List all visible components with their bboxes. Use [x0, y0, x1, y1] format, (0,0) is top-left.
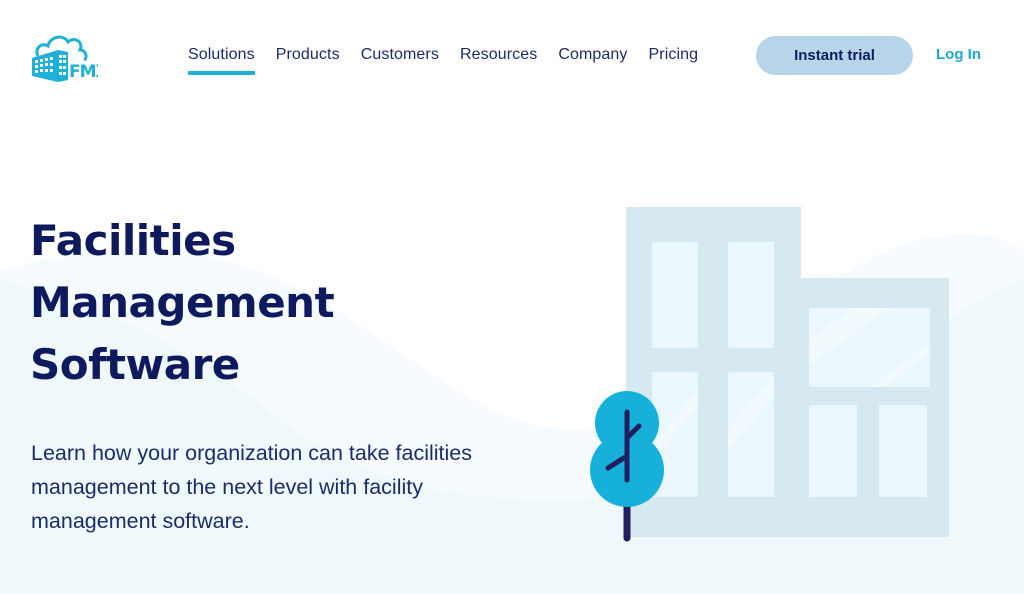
fmx-logo[interactable]: FMX	[28, 30, 110, 82]
instant-trial-button[interactable]: Instant trial	[756, 36, 913, 75]
nav-customers[interactable]: Customers	[361, 44, 439, 66]
nav-solutions[interactable]: Solutions	[188, 44, 255, 75]
hero-title: Facilities Management Software	[30, 210, 450, 396]
hero-description: Learn how your organization can take fac…	[31, 441, 473, 533]
login-link[interactable]: Log In	[936, 45, 981, 65]
nav-company[interactable]: Company	[558, 44, 627, 66]
svg-text:FMX: FMX	[69, 62, 98, 82]
main-nav: Solutions Products Customers Resources C…	[188, 44, 719, 75]
site-header: FMX Solutions Products Customers Resourc…	[0, 0, 1024, 110]
logo-icon: FMX	[32, 35, 110, 82]
building-illustration	[590, 207, 949, 542]
hero-title-line: Software	[30, 340, 240, 389]
hero-title-line: Management	[30, 278, 335, 327]
nav-products[interactable]: Products	[276, 44, 340, 66]
nav-resources[interactable]: Resources	[460, 44, 537, 66]
nav-pricing[interactable]: Pricing	[649, 44, 699, 66]
hero-title-line: Facilities	[30, 216, 236, 265]
